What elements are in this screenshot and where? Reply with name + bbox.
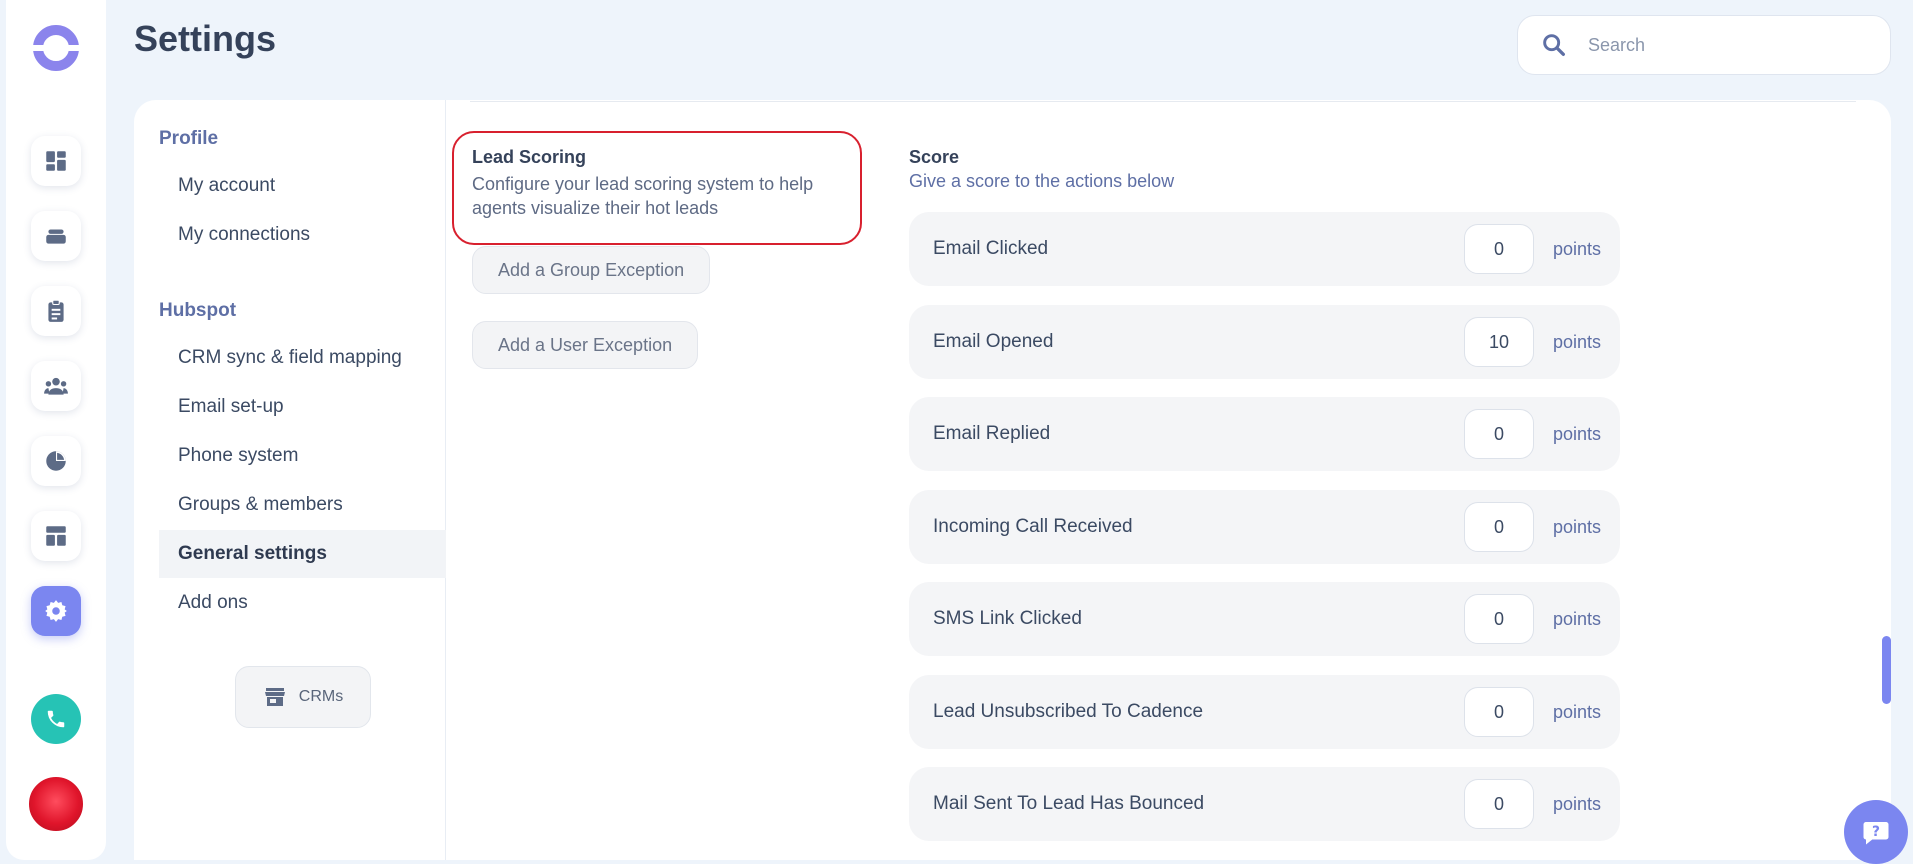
help-chat-button[interactable]: ? [1844, 800, 1908, 864]
score-points-unit: points [1552, 423, 1601, 444]
score-row: Email Replied points [909, 397, 1620, 471]
layout-icon [46, 526, 66, 546]
settings-card: Profile My account My connections Hubspo… [134, 100, 1891, 860]
score-points-input[interactable] [1463, 409, 1534, 459]
score-points-unit: points [1552, 516, 1601, 537]
score-points-input[interactable] [1463, 687, 1534, 737]
clipboard-icon [48, 299, 64, 322]
rail-tasks-button[interactable] [31, 286, 81, 336]
lead-scoring-title: Lead Scoring [472, 147, 587, 167]
nav-item-my-connections[interactable]: My connections [159, 211, 446, 259]
nav-item-my-account[interactable]: My account [159, 162, 446, 210]
divider [470, 101, 1856, 102]
score-row-label: SMS Link Clicked [933, 608, 1082, 629]
search-input[interactable] [1588, 34, 1848, 56]
score-points-input[interactable] [1463, 779, 1534, 829]
score-row: Email Clicked points [909, 212, 1620, 286]
phone-icon [47, 710, 65, 728]
score-points-unit: points [1552, 331, 1601, 352]
score-points-unit: points [1552, 608, 1601, 629]
crms-button-label: CRMs [298, 688, 344, 705]
dashboard-icon [46, 151, 66, 171]
score-row-label: Email Replied [933, 423, 1051, 444]
nav-group-profile: Profile [159, 128, 219, 149]
nav-item-general-settings[interactable]: General settings [159, 530, 446, 578]
rail-phone-button[interactable] [31, 694, 81, 744]
rail-templates-button[interactable] [31, 511, 81, 561]
nav-item-groups-members[interactable]: Groups & members [159, 481, 446, 529]
score-row-label: Email Opened [933, 331, 1054, 352]
score-points-input[interactable] [1463, 594, 1534, 644]
score-points-unit: points [1552, 238, 1601, 259]
nav-group-hubspot: Hubspot [159, 300, 237, 321]
score-row-label: Mail Sent To Lead Has Bounced [933, 793, 1205, 814]
add-group-exception-button[interactable]: Add a Group Exception [472, 246, 711, 294]
app-logo-icon[interactable] [32, 24, 80, 72]
rail-contacts-button[interactable] [31, 361, 81, 411]
scrollbar-thumb[interactable] [1882, 636, 1891, 704]
score-row: Mail Sent To Lead Has Bounced points [909, 767, 1620, 841]
lead-scoring-description: Configure your lead scoring system to he… [472, 174, 814, 218]
score-row: SMS Link Clicked points [909, 582, 1620, 656]
rail-reports-button[interactable] [31, 436, 81, 486]
settings-subnav: Profile My account My connections Hubspo… [134, 100, 446, 860]
score-points-input[interactable] [1463, 317, 1534, 367]
score-row-label: Email Clicked [933, 238, 1049, 259]
score-points-unit: points [1552, 793, 1601, 814]
people-icon [44, 377, 68, 395]
score-points-input[interactable] [1463, 502, 1534, 552]
svg-text:?: ? [1872, 824, 1880, 840]
score-row-label: Lead Unsubscribed To Cadence [933, 701, 1204, 722]
store-icon [264, 688, 285, 706]
gear-icon [45, 600, 67, 622]
help-chat-icon: ? [1863, 822, 1889, 845]
pie-chart-icon [46, 451, 66, 471]
left-rail [6, 0, 106, 860]
nav-item-crm-sync[interactable]: CRM sync & field mapping [159, 334, 446, 382]
search-icon [1543, 34, 1565, 56]
score-points-unit: points [1552, 701, 1601, 722]
score-points-input[interactable] [1463, 224, 1534, 274]
user-avatar[interactable] [26, 774, 86, 834]
score-row: Incoming Call Received points [909, 490, 1620, 564]
rail-dashboard-button[interactable] [31, 136, 81, 186]
rail-inbox-button[interactable] [31, 211, 81, 261]
page-title: Settings [134, 18, 277, 59]
score-row: Lead Unsubscribed To Cadence points [909, 675, 1620, 749]
score-row: Email Opened points [909, 305, 1620, 379]
nav-item-add-ons[interactable]: Add ons [159, 579, 446, 627]
inbox-tray-icon [46, 229, 66, 244]
score-row-label: Incoming Call Received [933, 516, 1133, 537]
nav-item-phone-system[interactable]: Phone system [159, 432, 446, 480]
crms-button[interactable]: CRMs [235, 666, 371, 728]
score-title: Score [909, 147, 960, 167]
nav-item-email-setup[interactable]: Email set-up [159, 383, 446, 431]
add-user-exception-button[interactable]: Add a User Exception [472, 321, 699, 369]
search-box[interactable] [1517, 15, 1891, 75]
score-subtitle: Give a score to the actions below [909, 171, 1175, 191]
rail-settings-button[interactable] [31, 586, 81, 636]
